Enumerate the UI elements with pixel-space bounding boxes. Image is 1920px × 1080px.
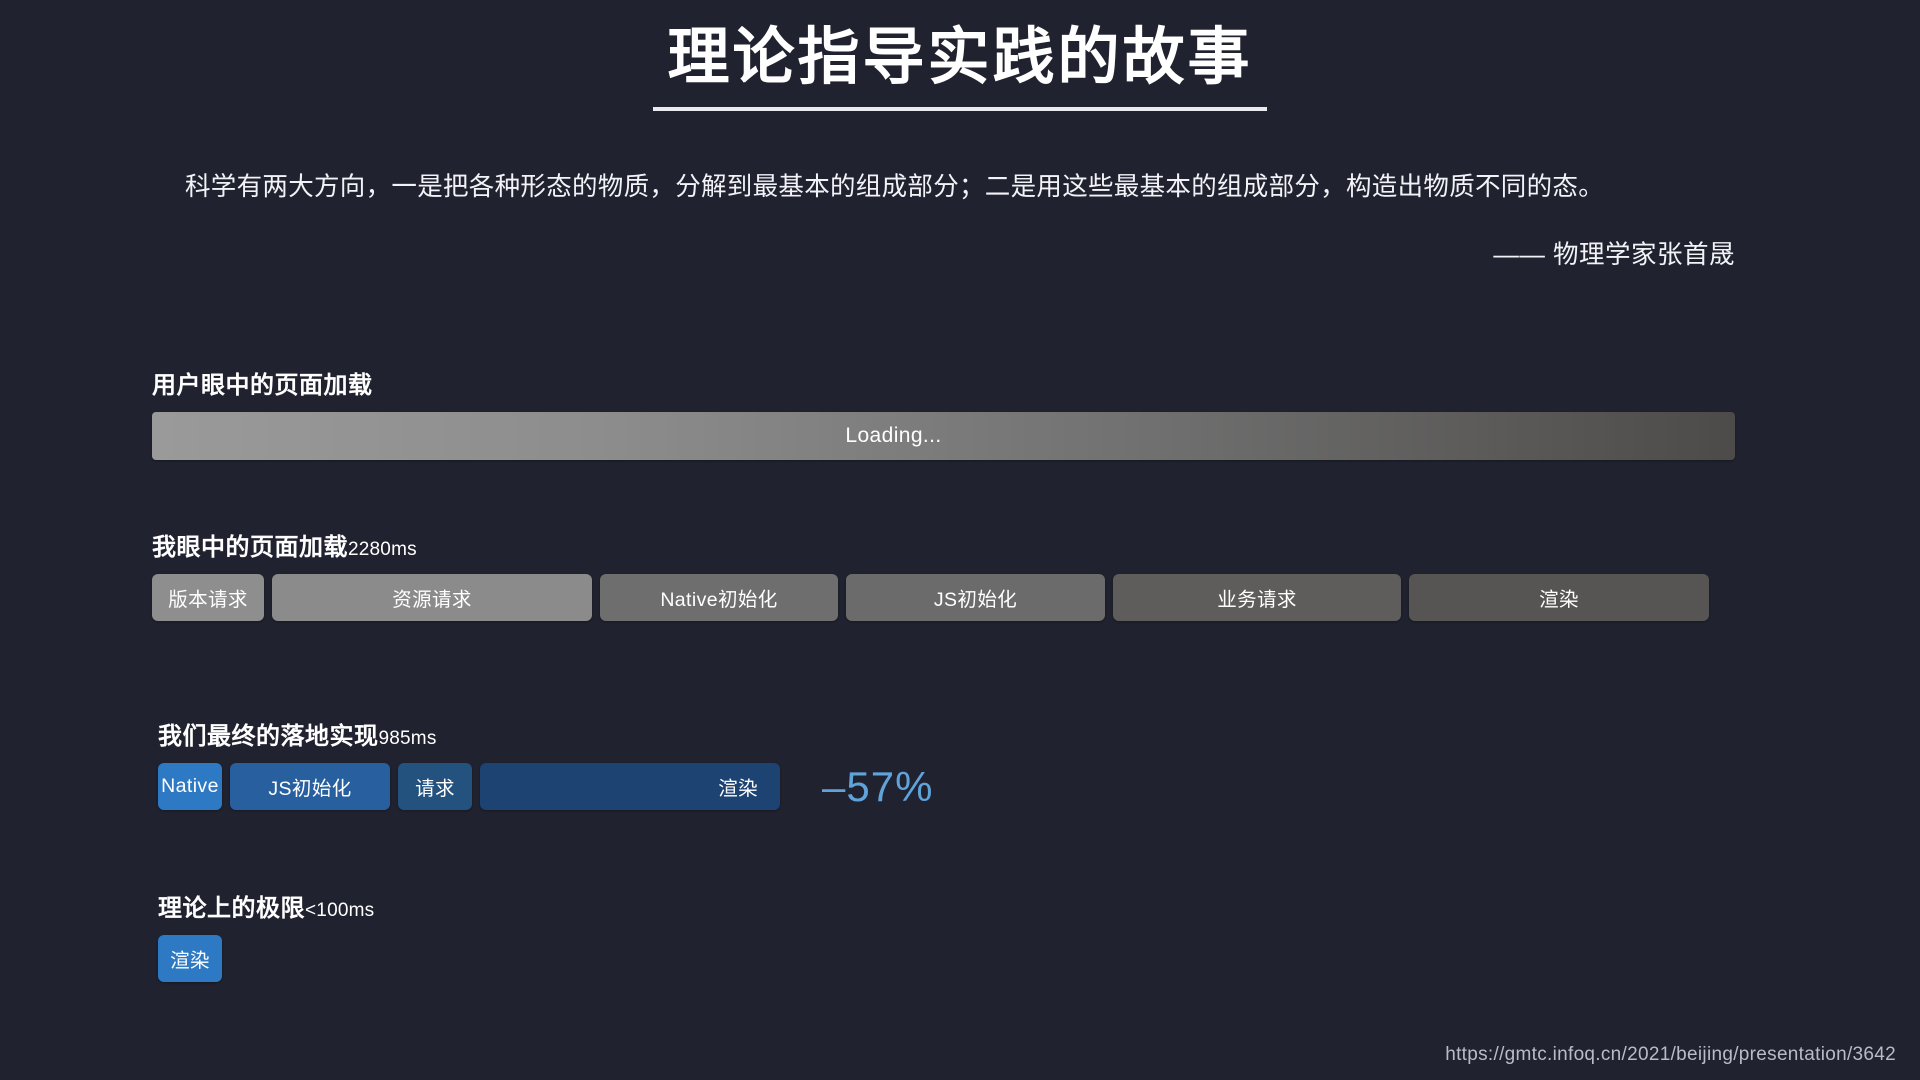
timeline-segment: 版本请求 [152, 574, 264, 621]
section-user-view: 用户眼中的页面加载 Loading... [152, 365, 1735, 460]
timeline-segment-label: 渲染 [1539, 589, 1579, 611]
title-underline-rule [653, 107, 1267, 112]
timeline-segment: 渲染 [480, 763, 780, 810]
page-title: 理论指导实践的故事 [667, 23, 1253, 92]
improvement-percent: –57% [822, 762, 934, 810]
final-impl-segment-row: Native JS初始化 请求 渲染 [158, 763, 780, 810]
timeline-segment: Native初始化 [600, 574, 838, 621]
section-theoretical-limit: 理论上的极限 <100ms 渲染 [158, 888, 374, 982]
source-url: https://gmtc.infoq.cn/2021/beijing/prese… [1445, 1044, 1896, 1065]
theoretical-limit-segment-row: 渲染 [158, 935, 374, 982]
section-user-view-label: 用户眼中的页面加载 [152, 372, 373, 399]
section-final-impl-time: 985ms [378, 728, 437, 749]
section-user-view-head: 用户眼中的页面加载 [152, 365, 1735, 400]
timeline-segment: 业务请求 [1113, 574, 1401, 621]
quote-text: 科学有两大方向，一是把各种形态的物质，分解到最基本的组成部分；二是用这些最基本的… [185, 173, 1605, 201]
section-theoretical-limit-head: 理论上的极限 <100ms [158, 888, 374, 923]
final-impl-row: Native JS初始化 请求 渲染 –57% [158, 763, 933, 810]
quote-attribution: —— 物理学家张首晟 [1493, 241, 1735, 270]
section-my-view-label: 我眼中的页面加载 [152, 534, 348, 561]
slide-root: 理论指导实践的故事 科学有两大方向，一是把各种形态的物质，分解到最基本的组成部分… [0, 0, 1920, 1080]
section-my-view-time: 2280ms [348, 539, 417, 560]
loading-label: Loading... [845, 424, 942, 447]
section-my-view-head: 我眼中的页面加载 2280ms [152, 527, 1709, 562]
section-final-impl-head: 我们最终的落地实现 985ms [158, 716, 933, 751]
timeline-segment-label: JS初始化 [933, 589, 1018, 611]
timeline-segment-label: 业务请求 [1217, 589, 1297, 611]
loading-progress-bar: Loading... [152, 412, 1735, 460]
timeline-segment: JS初始化 [846, 574, 1105, 621]
section-final-impl: 我们最终的落地实现 985ms Native JS初始化 请求 渲染 –57% [158, 716, 933, 810]
timeline-segment-label: 资源请求 [392, 589, 472, 611]
section-final-impl-label: 我们最终的落地实现 [158, 723, 379, 750]
timeline-segment: 渲染 [1409, 574, 1709, 621]
section-my-view: 我眼中的页面加载 2280ms 版本请求 资源请求 Native初始化 JS初始化 业务… [152, 527, 1709, 621]
section-theoretical-limit-time: <100ms [305, 900, 375, 921]
timeline-segment-label: 请求 [415, 778, 455, 800]
timeline-segment: 请求 [398, 763, 472, 810]
timeline-segment: 资源请求 [272, 574, 592, 621]
my-view-segment-row: 版本请求 资源请求 Native初始化 JS初始化 业务请求 渲染 [152, 574, 1709, 621]
timeline-segment-label: 渲染 [718, 778, 758, 800]
section-theoretical-limit-label: 理论上的极限 [158, 895, 305, 922]
timeline-segment-label: 版本请求 [168, 589, 248, 611]
timeline-segment-label: Native初始化 [660, 589, 778, 611]
title-block: 理论指导实践的故事 [0, 22, 1920, 112]
timeline-segment-label: Native [161, 775, 219, 797]
timeline-segment-label: JS初始化 [268, 778, 352, 800]
timeline-segment-label: 渲染 [170, 950, 210, 972]
timeline-segment: Native [158, 763, 222, 810]
timeline-segment: 渲染 [158, 935, 222, 982]
timeline-segment: JS初始化 [230, 763, 390, 810]
quote-block: 科学有两大方向，一是把各种形态的物质，分解到最基本的组成部分；二是用这些最基本的… [185, 168, 1735, 271]
